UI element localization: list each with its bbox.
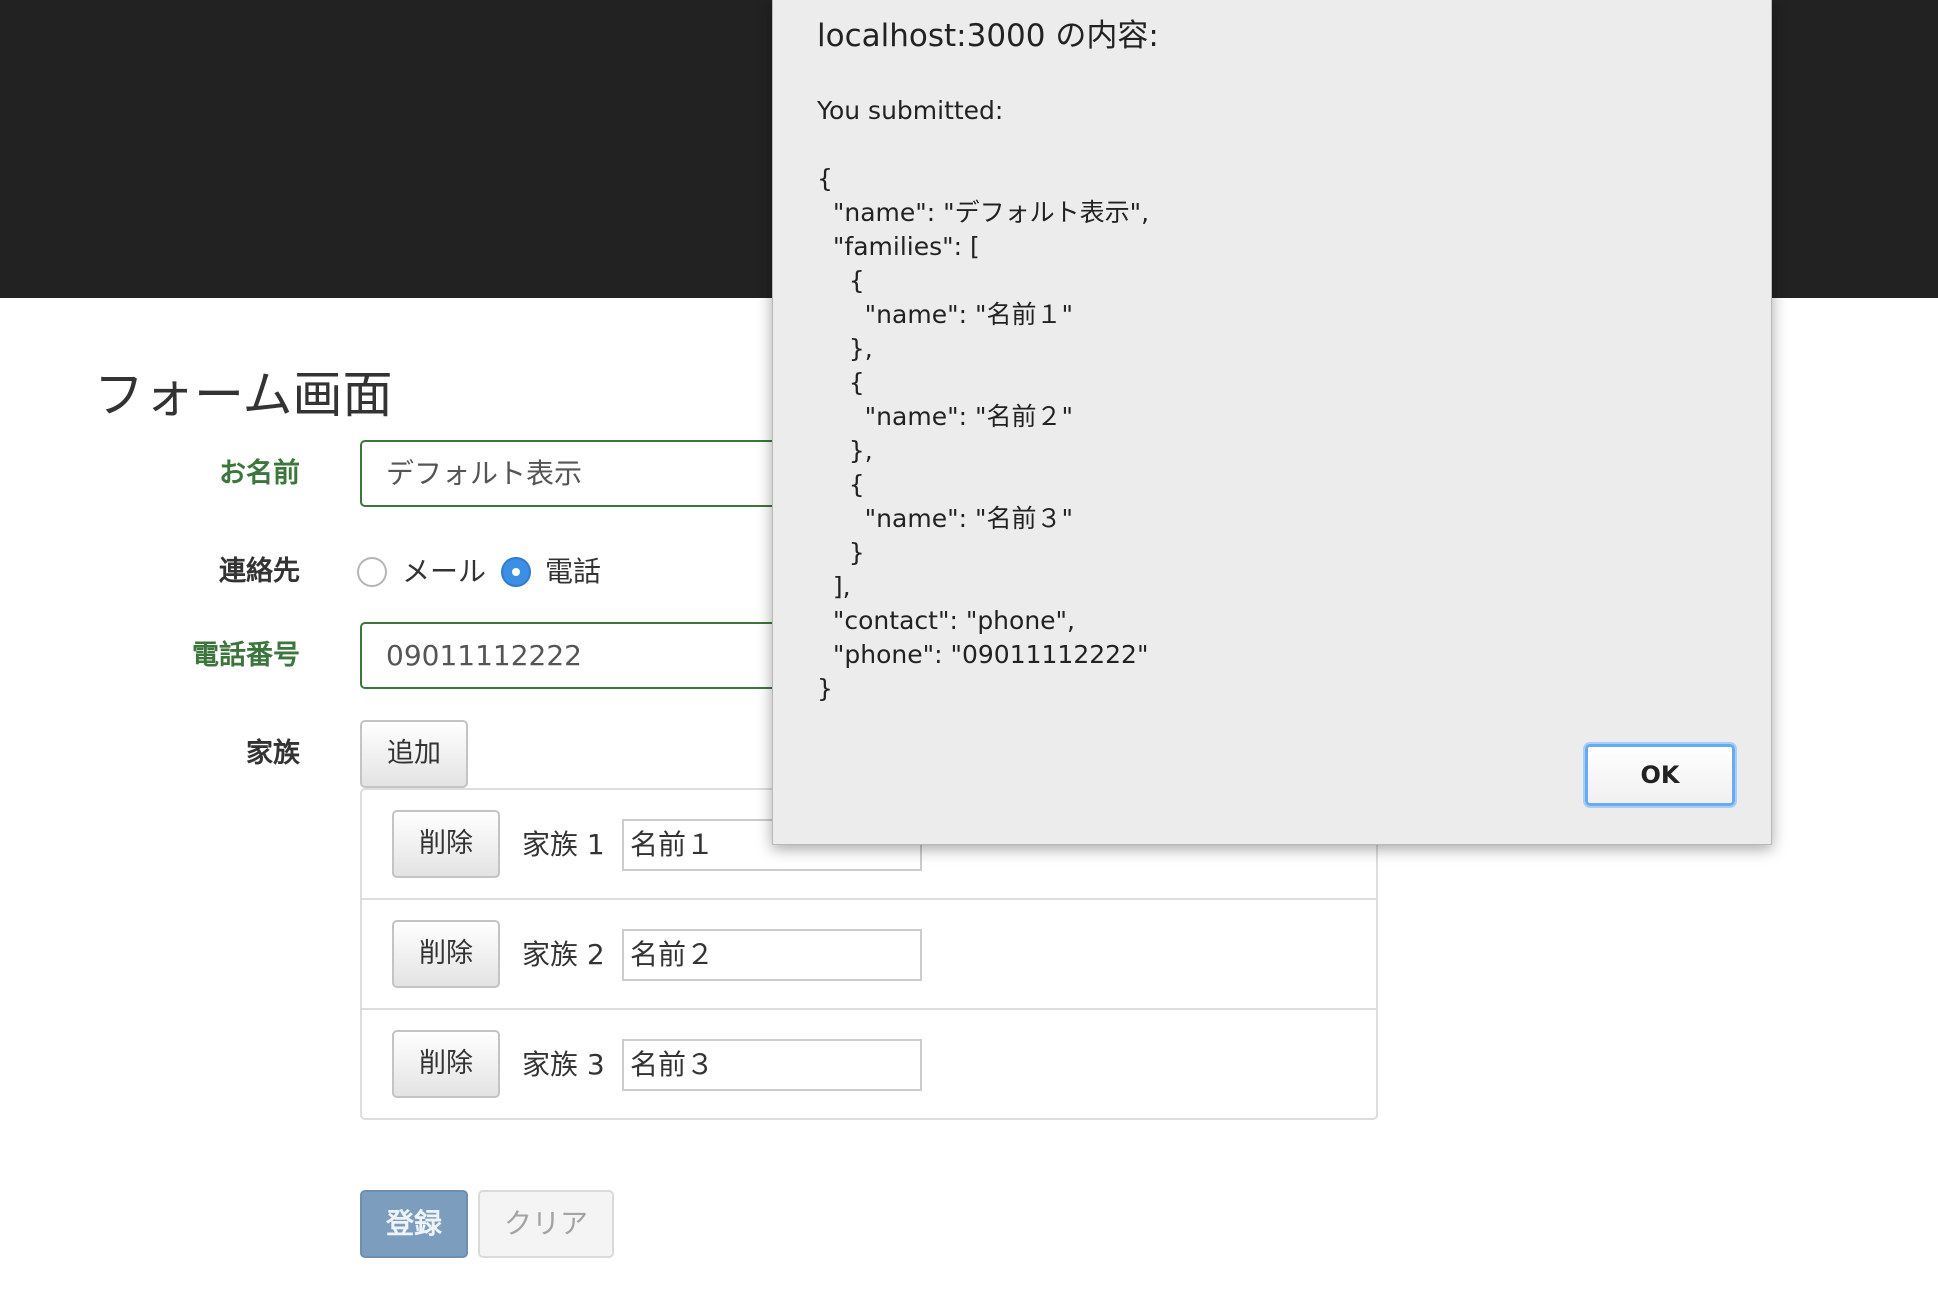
delete-family-button[interactable]: 削除 — [392, 920, 500, 988]
family-row: 削除 家族 2 名前２ — [362, 900, 1376, 1010]
name-label: お名前 — [219, 458, 300, 489]
delete-family-button[interactable]: 削除 — [392, 1030, 500, 1098]
delete-family-button[interactable]: 削除 — [392, 810, 500, 878]
phone-input[interactable]: 09011112222 — [360, 622, 780, 689]
family-row-label: 家族 3 — [522, 1048, 605, 1081]
radio-checked-dot — [512, 568, 520, 576]
family-row-label: 家族 1 — [522, 828, 605, 861]
name-input[interactable]: デフォルト表示 — [360, 440, 780, 507]
family-row-label: 家族 2 — [522, 938, 605, 971]
family-name-input[interactable]: 名前２ — [622, 929, 922, 981]
page-title: フォーム画面 — [94, 366, 393, 424]
add-family-button[interactable]: 追加 — [360, 720, 468, 788]
dialog-message: You submitted: { "name": "デフォルト表示", "fam… — [817, 96, 1150, 703]
phone-label: 電話番号 — [192, 640, 300, 671]
family-label: 家族 — [246, 738, 300, 769]
submit-button[interactable]: 登録 — [360, 1190, 468, 1258]
email-radio[interactable] — [357, 557, 387, 587]
dialog-title: localhost:3000 の内容: — [817, 18, 1159, 54]
contact-label: 連絡先 — [219, 556, 300, 587]
family-name-input[interactable]: 名前３ — [622, 1039, 922, 1091]
phone-radio-label[interactable]: 電話 — [545, 552, 601, 592]
clear-button[interactable]: クリア — [478, 1190, 614, 1258]
family-row: 削除 家族 3 名前３ — [362, 1010, 1376, 1120]
alert-dialog: localhost:3000 の内容: You submitted: { "na… — [772, 0, 1772, 845]
ok-button[interactable]: OK — [1585, 744, 1735, 806]
email-radio-label[interactable]: メール — [402, 552, 486, 592]
phone-radio[interactable] — [501, 557, 531, 587]
